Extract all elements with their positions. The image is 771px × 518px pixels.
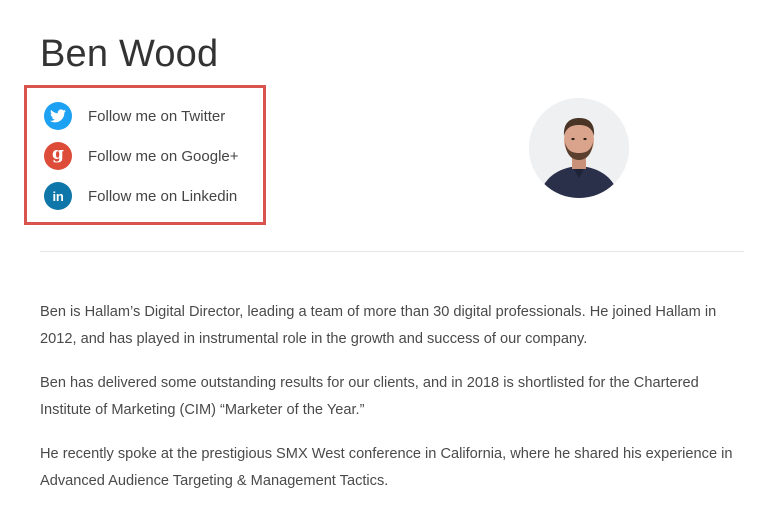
avatar — [529, 98, 629, 198]
linkedin-follow-link[interactable]: in Follow me on Linkedin — [44, 181, 237, 211]
section-divider — [40, 251, 744, 252]
linkedin-icon: in — [44, 182, 72, 210]
linkedin-link-label: Follow me on Linkedin — [88, 187, 238, 205]
author-bio: Ben is Hallam’s Digital Director, leadin… — [40, 299, 746, 512]
author-name: Ben Wood — [40, 33, 219, 75]
social-links-box: Follow me on Twitter g Follow me on Goog… — [24, 85, 266, 225]
google-plus-icon: g — [44, 142, 72, 170]
twitter-link-label: Follow me on Twitter — [88, 107, 226, 125]
twitter-follow-link[interactable]: Follow me on Twitter — [44, 101, 225, 131]
bio-paragraph: He recently spoke at the prestigious SMX… — [40, 446, 733, 489]
bio-paragraph: Ben is Hallam’s Digital Director, leadin… — [40, 304, 717, 347]
google-plus-link-label: Follow me on Google+ — [88, 147, 239, 165]
google-plus-follow-link[interactable]: g Follow me on Google+ — [44, 141, 239, 171]
twitter-icon — [44, 102, 72, 130]
bio-paragraph: Ben has delivered some outstanding resul… — [40, 375, 699, 418]
